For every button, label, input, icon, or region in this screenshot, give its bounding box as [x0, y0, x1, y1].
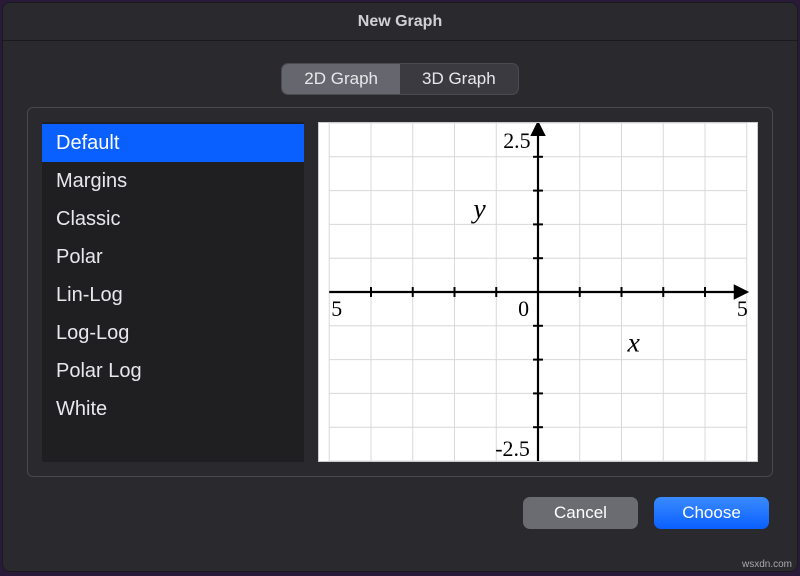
template-list[interactable]: Default Margins Classic Polar Lin-Log Lo…	[42, 122, 304, 462]
list-item-log-log[interactable]: Log-Log	[42, 314, 304, 352]
graph-type-segmented: 2D Graph 3D Graph	[3, 41, 797, 107]
dialog-footer: Cancel Choose	[3, 477, 797, 549]
cancel-button[interactable]: Cancel	[523, 497, 638, 529]
watermark: wsxdn.com	[742, 559, 792, 570]
y-axis-label: y	[470, 193, 486, 224]
graph-preview-svg: 2.5 -2.5 0 5 5 y x	[319, 123, 757, 461]
window-title: New Graph	[358, 13, 442, 31]
tab-2d-graph[interactable]: 2D Graph	[282, 64, 400, 94]
tab-3d-graph[interactable]: 3D Graph	[400, 64, 518, 94]
list-item-lin-log[interactable]: Lin-Log	[42, 276, 304, 314]
segment-group: 2D Graph 3D Graph	[281, 63, 518, 95]
x-axis-label: x	[626, 328, 640, 359]
titlebar: New Graph	[3, 3, 797, 41]
x-tick-left-edge: 5	[331, 297, 342, 321]
list-item-polar[interactable]: Polar	[42, 238, 304, 276]
choose-button[interactable]: Choose	[654, 497, 769, 529]
x-tick-center: 0	[518, 297, 529, 321]
x-tick-right-edge: 5	[737, 297, 748, 321]
list-item-margins[interactable]: Margins	[42, 162, 304, 200]
graph-preview: 2.5 -2.5 0 5 5 y x	[318, 122, 758, 462]
y-tick-bottom: -2.5	[495, 437, 530, 461]
content-box: Default Margins Classic Polar Lin-Log Lo…	[27, 107, 773, 477]
list-item-classic[interactable]: Classic	[42, 200, 304, 238]
list-item-white[interactable]: White	[42, 390, 304, 428]
new-graph-dialog: New Graph 2D Graph 3D Graph Default Marg…	[2, 2, 798, 572]
list-item-default[interactable]: Default	[42, 124, 304, 162]
list-item-polar-log[interactable]: Polar Log	[42, 352, 304, 390]
y-tick-top: 2.5	[503, 129, 530, 153]
